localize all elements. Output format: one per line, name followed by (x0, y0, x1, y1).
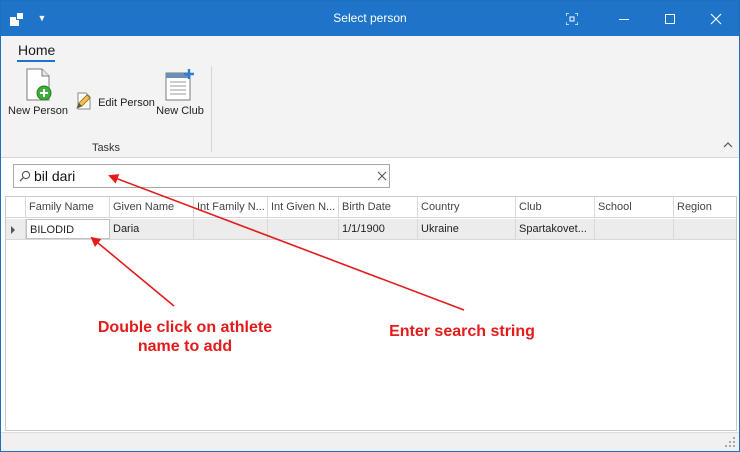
new-person-label: New Person (8, 105, 68, 117)
cell-int-family-name[interactable] (194, 219, 268, 239)
new-club-icon (165, 69, 194, 101)
minimize-icon (619, 18, 629, 20)
close-button[interactable] (693, 1, 739, 36)
row-indicator (6, 219, 26, 239)
new-person-icon (26, 68, 52, 101)
ribbon: Home New Person Edit Person New Club Tas… (1, 36, 739, 158)
edit-person-label: Edit Person (98, 96, 155, 109)
column-header-int-given-name[interactable]: Int Given N... (268, 197, 339, 217)
search-box[interactable] (13, 164, 390, 188)
column-header-birth-date[interactable]: Birth Date (339, 197, 418, 217)
resize-grip-icon[interactable] (725, 437, 735, 447)
cell-family-name[interactable]: BILODID (26, 219, 110, 239)
column-header-country[interactable]: Country (418, 197, 516, 217)
column-header-given-name[interactable]: Given Name (110, 197, 194, 217)
row-indicator-header (6, 197, 26, 217)
column-header-family-name[interactable]: Family Name (26, 197, 110, 217)
column-header-region[interactable]: Region (674, 197, 736, 217)
focus-mode-button[interactable] (549, 1, 595, 36)
maximize-icon (665, 13, 675, 24)
cell-club[interactable]: Spartakovet... (516, 219, 595, 239)
edit-person-button[interactable]: Edit Person (75, 92, 155, 110)
cell-given-name[interactable]: Daria (110, 219, 194, 239)
select-person-window: ▼ Select person Home New Person Edit Per… (0, 0, 740, 452)
new-person-button[interactable]: New Person (5, 68, 71, 117)
cell-birth-date[interactable]: 1/1/1900 (339, 219, 418, 239)
row-indicator-icon (11, 226, 15, 234)
cell-country[interactable]: Ukraine (418, 219, 516, 239)
grid-header: Family Name Given Name Int Family N... I… (6, 197, 736, 218)
annotation-enter-search: Enter search string (389, 323, 535, 340)
ribbon-group-label: Tasks (91, 142, 121, 154)
table-row[interactable]: BILODID Daria 1/1/1900 Ukraine Spartakov… (6, 219, 736, 240)
annotation-double-click: Double click on athlete name to add (97, 319, 273, 355)
focus-mode-icon (566, 12, 578, 25)
search-input[interactable] (33, 166, 363, 186)
cell-int-given-name[interactable] (268, 219, 339, 239)
chevron-up-icon[interactable] (723, 139, 733, 149)
maximize-button[interactable] (647, 1, 693, 36)
cell-region[interactable] (674, 219, 736, 239)
cell-school[interactable] (595, 219, 674, 239)
active-tab-indicator (17, 60, 55, 62)
new-club-button[interactable]: New Club (153, 68, 207, 117)
column-header-int-family-name[interactable]: Int Family N... (194, 197, 268, 217)
column-header-club[interactable]: Club (516, 197, 595, 217)
title-bar: ▼ Select person (1, 1, 739, 36)
status-bar (1, 432, 739, 451)
clear-search-icon[interactable] (375, 169, 389, 183)
edit-pencil-icon (76, 92, 91, 110)
close-icon (710, 13, 722, 24)
column-header-school[interactable]: School (595, 197, 674, 217)
ribbon-group-separator (211, 66, 212, 152)
persons-grid: Family Name Given Name Int Family N... I… (5, 196, 737, 431)
tab-home[interactable]: Home (18, 42, 55, 60)
search-icon (19, 170, 31, 182)
minimize-button[interactable] (601, 1, 647, 36)
search-bar (1, 158, 739, 194)
new-club-label: New Club (156, 105, 204, 117)
